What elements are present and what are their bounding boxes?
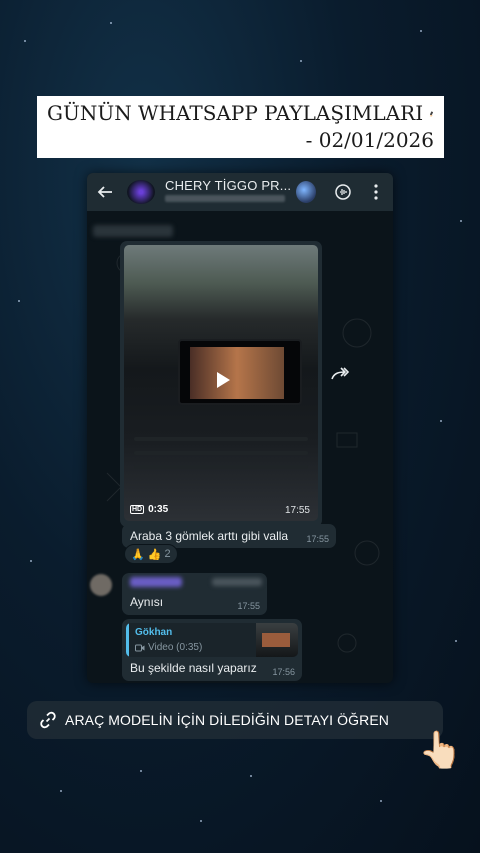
video-meta: HD 0:35 bbox=[130, 504, 168, 515]
pointing-hand-icon: 👆🏻 bbox=[418, 729, 463, 770]
dashboard-screen bbox=[178, 339, 302, 405]
reaction-count: 2 bbox=[164, 548, 171, 560]
sender-avatar[interactable] bbox=[90, 574, 112, 596]
reply-message-bubble[interactable]: Gökhan Video (0:35) Bu şekilde nasıl yap… bbox=[122, 619, 302, 681]
call-icon[interactable] bbox=[334, 183, 352, 201]
video-thumbnail[interactable]: HD 0:35 17:55 bbox=[124, 245, 318, 521]
video-duration: 0:35 bbox=[148, 504, 169, 515]
chat-title[interactable]: CHERY TİGGO PR... bbox=[165, 178, 291, 193]
cta-label: ARAÇ MODELİN İÇİN DİLEDİĞİN DETAYI ÖĞREN bbox=[65, 712, 389, 728]
cta-button[interactable]: ARAÇ MODELİN İÇİN DİLEDİĞİN DETAYI ÖĞREN bbox=[27, 701, 443, 739]
chat-header: CHERY TİGGO PR... bbox=[87, 173, 393, 211]
member-avatar[interactable] bbox=[296, 181, 316, 203]
quoted-message[interactable]: Gökhan Video (0:35) bbox=[126, 623, 298, 657]
video-camera-icon bbox=[135, 644, 145, 651]
quoted-video-label: Video (0:35) bbox=[135, 642, 202, 653]
message-text: Bu şekilde nasıl yaparız bbox=[130, 661, 257, 675]
video-message-bubble[interactable]: HD 0:35 17:55 bbox=[120, 241, 322, 527]
sender-name-blurred bbox=[130, 577, 182, 587]
whatsapp-chat-screenshot: CHERY TİGGO PR... HD 0:35 17:55 Araba 3 … bbox=[87, 173, 393, 683]
quoted-sender-name: Gökhan bbox=[135, 627, 173, 638]
banner-title-card: GÜNÜN WHATSAPP PAYLAŞIMLARI - 02/01/2026 bbox=[37, 96, 444, 158]
sender-name-blurred bbox=[93, 225, 173, 237]
quote-accent-bar bbox=[126, 623, 129, 657]
message-time: 17:55 bbox=[306, 534, 329, 544]
phone-icon bbox=[429, 110, 434, 116]
quoted-video-thumbnail bbox=[256, 623, 298, 657]
reaction-emojis: 🙏 👍 bbox=[131, 548, 162, 561]
chat-subtitle-blurred bbox=[165, 195, 285, 202]
sender-phone-blurred bbox=[212, 578, 262, 586]
hd-badge: HD bbox=[130, 505, 145, 514]
message-time: 17:56 bbox=[272, 667, 295, 677]
message-bubble[interactable]: Aynısı 17:55 bbox=[122, 573, 267, 615]
forward-icon[interactable] bbox=[331, 367, 349, 381]
message-text: Araba 3 gömlek arttı gibi valla bbox=[130, 529, 289, 543]
link-icon bbox=[40, 711, 56, 729]
play-icon[interactable] bbox=[214, 371, 232, 389]
back-arrow-icon[interactable] bbox=[97, 184, 113, 200]
message-time: 17:55 bbox=[237, 601, 260, 611]
banner-title: GÜNÜN WHATSAPP PAYLAŞIMLARI bbox=[47, 101, 424, 125]
more-options-icon[interactable] bbox=[367, 183, 385, 201]
banner-date: - 02/01/2026 bbox=[305, 128, 434, 152]
reactions-badge[interactable]: 🙏 👍 2 bbox=[124, 544, 178, 564]
message-time: 17:55 bbox=[284, 505, 310, 516]
message-text: Aynısı bbox=[130, 595, 164, 609]
group-avatar[interactable] bbox=[127, 180, 155, 204]
